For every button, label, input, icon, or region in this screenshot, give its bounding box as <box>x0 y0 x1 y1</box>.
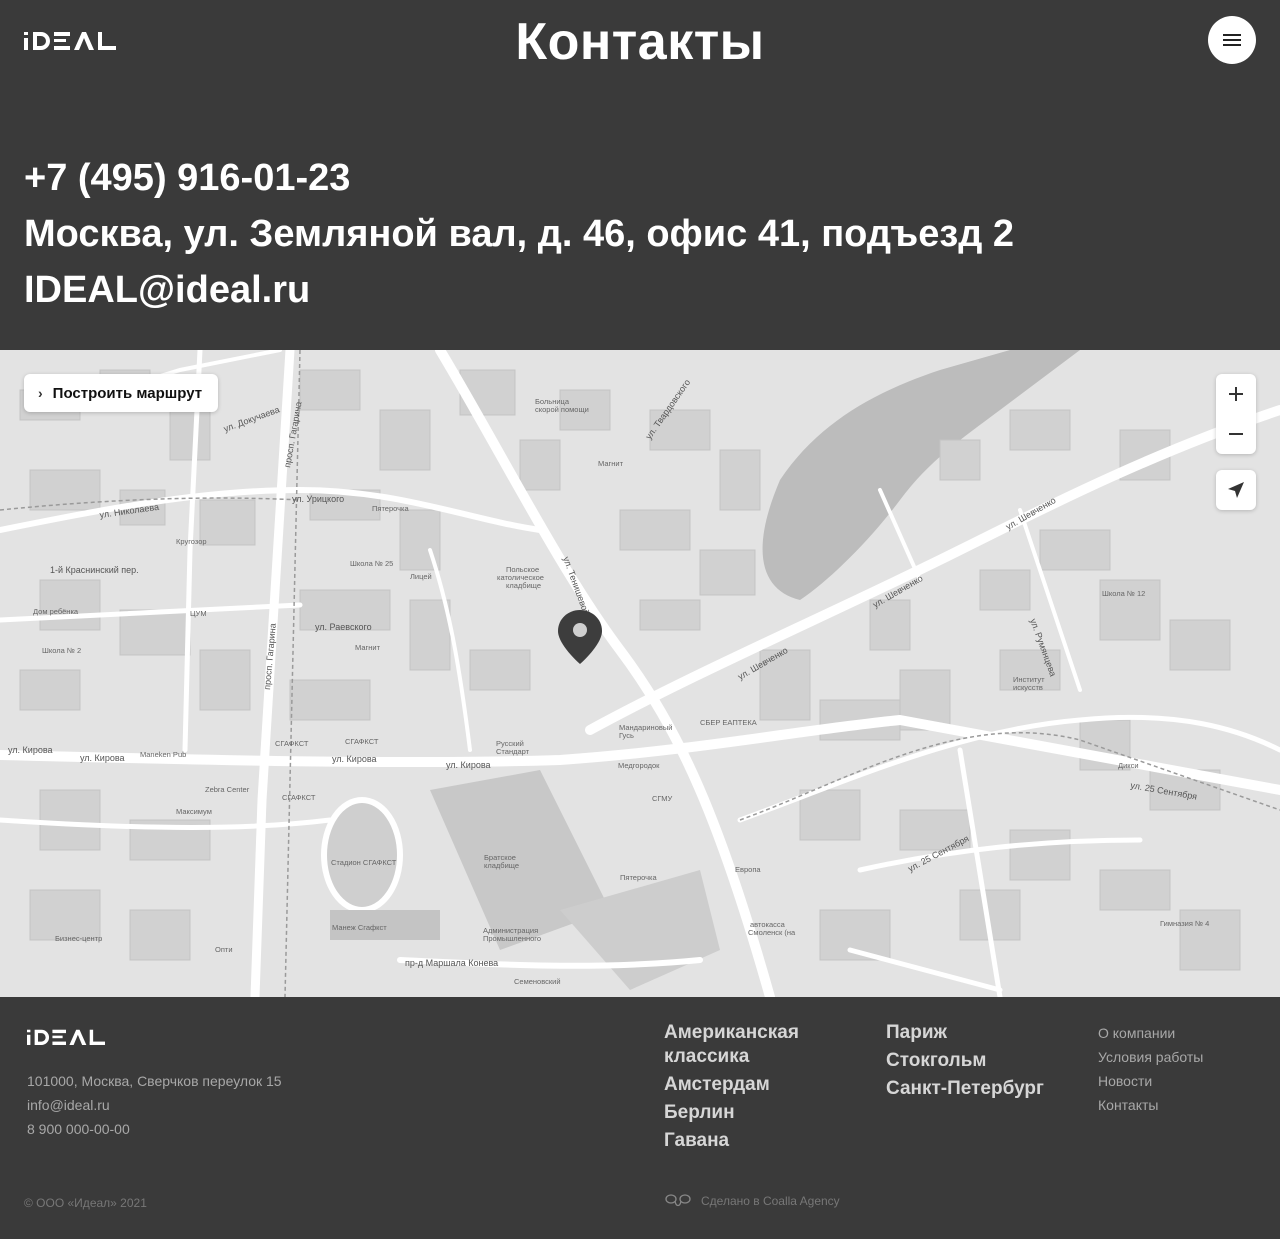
menu-icon <box>1223 34 1241 46</box>
svg-text:ул. Раевского: ул. Раевского <box>315 622 372 632</box>
svg-text:Дикси: Дикси <box>1118 761 1139 770</box>
menu-button[interactable] <box>1208 16 1256 64</box>
svg-text:Гимназия № 4: Гимназия № 4 <box>1160 919 1209 928</box>
footer-email[interactable]: info@ideal.ru <box>27 1093 282 1117</box>
svg-text:Кругозор: Кругозор <box>176 537 207 546</box>
footer-nav-about[interactable]: О компании <box>1098 1021 1203 1045</box>
svg-text:Бизнес-центр: Бизнес-центр <box>55 934 102 943</box>
chevron-right-icon: › <box>38 385 43 401</box>
svg-text:кладбище: кладбище <box>506 581 541 590</box>
city-link[interactable]: Американская классика <box>664 1021 834 1069</box>
build-route-button[interactable]: › Построить маршрут <box>24 374 219 412</box>
footer-phone[interactable]: 8 900 000-00-00 <box>27 1117 282 1141</box>
svg-text:ул. Кирова: ул. Кирова <box>80 753 125 763</box>
navigation-arrow-icon <box>1228 482 1244 498</box>
svg-text:СБЕР ЕАПТЕКА: СБЕР ЕАПТЕКА <box>700 718 757 727</box>
footer-nav-terms[interactable]: Условия работы <box>1098 1045 1203 1069</box>
svg-text:Школа № 25: Школа № 25 <box>350 559 393 568</box>
geolocation-button[interactable] <box>1216 470 1256 510</box>
svg-text:Магнит: Магнит <box>355 643 381 652</box>
contact-phone[interactable]: +7 (495) 916-01-23 <box>24 150 1014 206</box>
footer-cities-col-2: Париж Стокгольм Санкт-Петербург <box>886 1021 1076 1105</box>
footer-contacts: 101000, Москва, Сверчков переулок 15 inf… <box>27 1069 282 1141</box>
map[interactable]: ул. Кирова ул. Кирова ул. Кирова ул. Кир… <box>0 350 1280 997</box>
made-by-label: Сделано в Coalla Agency <box>701 1194 840 1208</box>
city-link[interactable]: Париж <box>886 1021 1076 1045</box>
svg-text:искусств: искусств <box>1013 683 1043 692</box>
svg-text:ул. Урицкого: ул. Урицкого <box>292 494 344 504</box>
city-link[interactable]: Гавана <box>664 1129 834 1153</box>
svg-text:1-й Краснинский пер.: 1-й Краснинский пер. <box>50 565 139 575</box>
city-link[interactable]: Стокгольм <box>886 1049 1076 1073</box>
map-marker-icon[interactable] <box>556 608 604 666</box>
svg-text:пр-д Маршала Конева: пр-д Маршала Конева <box>405 958 498 968</box>
svg-text:Maneken Pub: Maneken Pub <box>140 750 186 759</box>
zoom-out-button[interactable] <box>1216 414 1256 454</box>
svg-text:Дом ребёнка: Дом ребёнка <box>33 607 79 616</box>
svg-text:СГМУ: СГМУ <box>652 794 673 803</box>
contact-email[interactable]: IDEAL@ideal.ru <box>24 262 1014 318</box>
contact-address: Москва, ул. Земляной вал, д. 46, офис 41… <box>24 213 1015 255</box>
zoom-in-button[interactable] <box>1216 374 1256 414</box>
svg-text:ЦУМ: ЦУМ <box>190 609 207 618</box>
svg-text:Промышленного: Промышленного <box>483 934 541 943</box>
zoom-control <box>1216 374 1256 454</box>
svg-text:ул. Кирова: ул. Кирова <box>8 745 53 755</box>
svg-text:Гусь: Гусь <box>619 731 634 740</box>
svg-text:СГАФКСТ: СГАФКСТ <box>275 739 309 748</box>
svg-text:Zebra Center: Zebra Center <box>205 785 250 794</box>
footer-nav-contacts[interactable]: Контакты <box>1098 1093 1203 1117</box>
svg-text:Школа № 2: Школа № 2 <box>42 646 81 655</box>
svg-text:Пятерочка: Пятерочка <box>372 504 410 513</box>
footer-cities-col-1: Американская классика Амстердам Берлин Г… <box>664 1021 834 1157</box>
coalla-logo-icon <box>665 1194 691 1207</box>
contact-info: +7 (495) 916-01-23 Москва, ул. Земляной … <box>24 150 1014 318</box>
svg-text:Опти: Опти <box>215 945 233 954</box>
svg-text:Медгородок: Медгородок <box>618 761 660 770</box>
svg-text:Семеновский: Семеновский <box>514 977 561 986</box>
svg-text:ул. Кирова: ул. Кирова <box>332 754 377 764</box>
footer-logo[interactable] <box>27 1028 105 1045</box>
copyright: © ООО «Идеал» 2021 <box>24 1196 147 1210</box>
footer-address: 101000, Москва, Сверчков переулок 15 <box>27 1073 282 1089</box>
svg-text:ул. Кирова: ул. Кирова <box>446 760 491 770</box>
footer-nav: О компании Условия работы Новости Контак… <box>1098 1021 1203 1117</box>
svg-text:Лицей: Лицей <box>410 572 432 581</box>
made-by-link[interactable]: Сделано в Coalla Agency <box>665 1194 840 1208</box>
build-route-label: Построить маршрут <box>52 384 203 402</box>
svg-text:Стандарт: Стандарт <box>496 747 530 756</box>
svg-text:Европа: Европа <box>735 865 761 874</box>
svg-text:Манеж Сгафкст: Манеж Сгафкст <box>332 923 387 932</box>
svg-text:скорой помощи: скорой помощи <box>535 405 589 414</box>
svg-text:СГАФКСТ: СГАФКСТ <box>345 737 379 746</box>
city-link[interactable]: Санкт-Петербург <box>886 1077 1076 1101</box>
svg-text:Стадион СГАФКСТ: Стадион СГАФКСТ <box>331 858 397 867</box>
svg-text:СГАФКСТ: СГАФКСТ <box>282 793 316 802</box>
svg-text:кладбище: кладбище <box>484 861 519 870</box>
header: Контакты <box>0 0 1280 90</box>
svg-text:Максимум: Максимум <box>176 807 212 816</box>
svg-text:Пятерочка: Пятерочка <box>620 873 658 882</box>
plus-icon <box>1229 387 1243 401</box>
footer-nav-news[interactable]: Новости <box>1098 1069 1203 1093</box>
minus-icon <box>1229 433 1243 435</box>
map-tiles[interactable]: ул. Кирова ул. Кирова ул. Кирова ул. Кир… <box>0 350 1280 997</box>
city-link[interactable]: Амстердам <box>664 1073 834 1097</box>
svg-text:Смоленск (на: Смоленск (на <box>748 928 796 937</box>
page-title: Контакты <box>515 13 765 71</box>
svg-text:Школа № 12: Школа № 12 <box>1102 589 1145 598</box>
svg-text:Магнит: Магнит <box>598 459 624 468</box>
city-link[interactable]: Берлин <box>664 1101 834 1125</box>
footer: 101000, Москва, Сверчков переулок 15 inf… <box>0 997 1280 1239</box>
